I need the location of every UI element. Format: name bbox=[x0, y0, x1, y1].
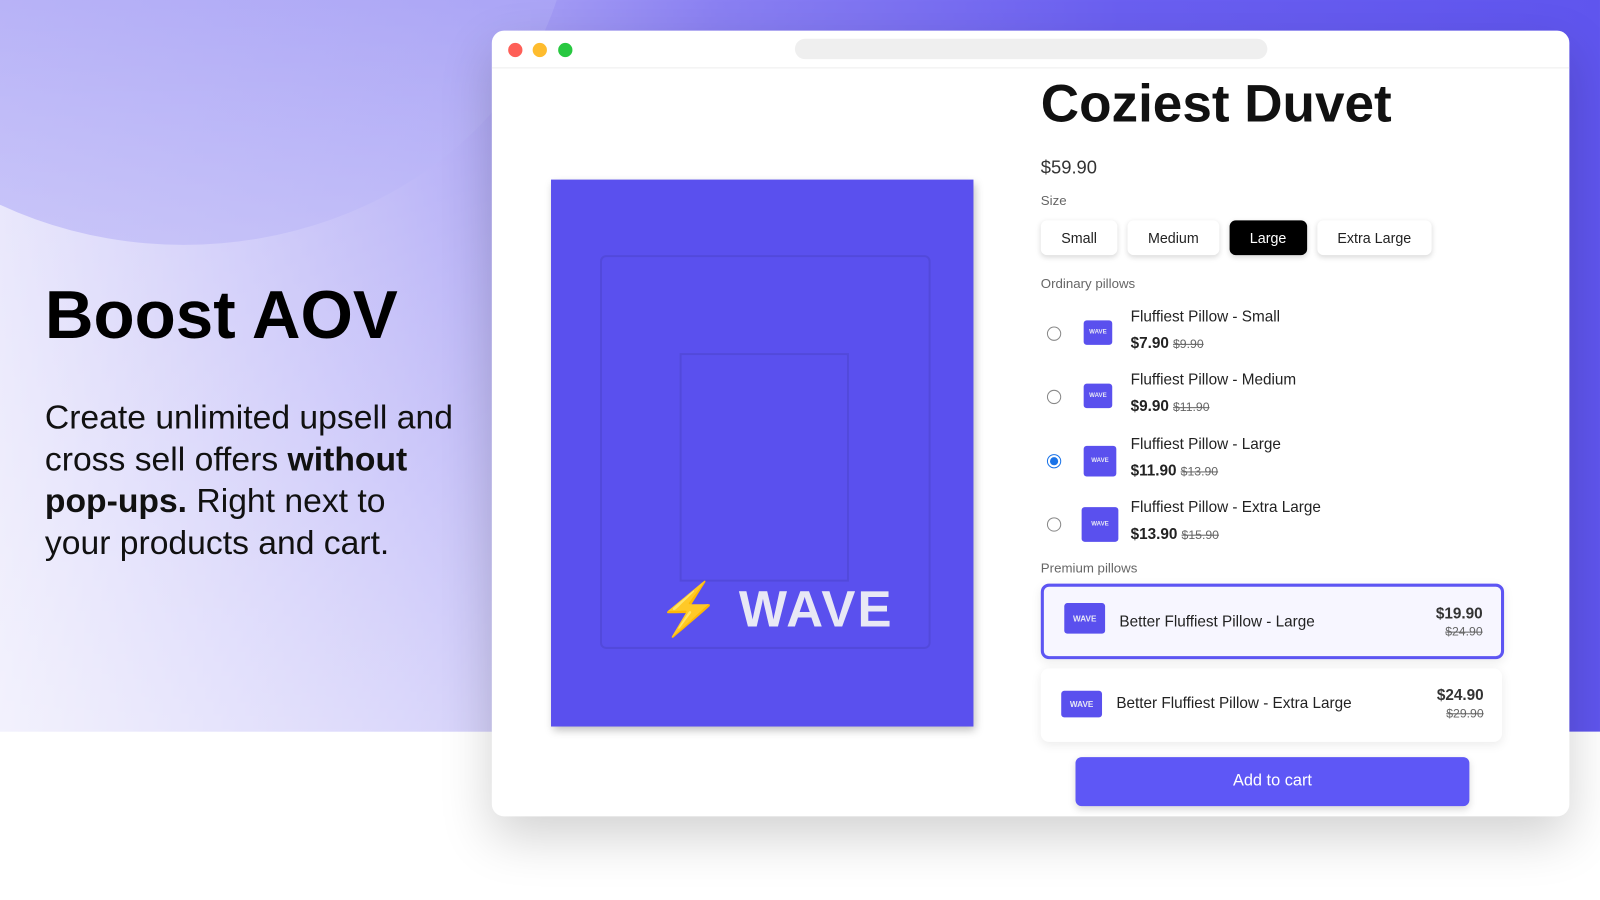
pillow-thumbnail: WAVE bbox=[1083, 383, 1113, 409]
size-option-small[interactable]: Small bbox=[1040, 220, 1118, 256]
hero-text: Create unlimited upsell and cross sell o… bbox=[44, 397, 453, 562]
size-option-medium[interactable]: Medium bbox=[1127, 220, 1220, 256]
size-option-extra-large[interactable]: Extra Large bbox=[1316, 220, 1432, 256]
minimize-window-button[interactable] bbox=[532, 42, 547, 58]
hero-title: Boost AOV bbox=[44, 276, 398, 353]
pillow-thumbnail: WAVE bbox=[1061, 690, 1103, 718]
radio-button[interactable] bbox=[1046, 326, 1062, 341]
size-label: Size bbox=[1040, 192, 1067, 209]
maximize-window-button[interactable] bbox=[558, 42, 573, 58]
browser-window: ⚡ WAVE Coziest Duvet $59.90 Size Small M… bbox=[491, 30, 1570, 817]
radio-button[interactable] bbox=[1046, 389, 1062, 405]
premium-pillow-card-selected[interactable]: WAVE Better Fluffiest Pillow - Large $19… bbox=[1040, 583, 1505, 660]
address-bar[interactable] bbox=[794, 38, 1268, 60]
pillow-thumbnail: WAVE bbox=[1083, 445, 1117, 477]
close-window-button[interactable] bbox=[508, 42, 523, 58]
ordinary-pillow-option[interactable]: WAVE Fluffiest Pillow - Large $11.90 $13.… bbox=[1041, 436, 1470, 487]
product-image: ⚡ WAVE bbox=[551, 179, 974, 727]
premium-pillows-label: Premium pillows bbox=[1040, 560, 1138, 576]
pillow-thumbnail: WAVE bbox=[1064, 603, 1106, 634]
ordinary-pillow-option[interactable]: WAVE Fluffiest Pillow - Extra Large $13.… bbox=[1041, 499, 1470, 550]
wave-logo: ⚡ WAVE bbox=[657, 580, 894, 638]
product-title: Coziest Duvet bbox=[1040, 74, 1392, 134]
size-option-large[interactable]: Large bbox=[1229, 220, 1307, 256]
add-to-cart-button[interactable]: Add to cart bbox=[1075, 757, 1470, 807]
radio-button-selected[interactable] bbox=[1046, 454, 1062, 469]
pillow-thumbnail: WAVE bbox=[1083, 320, 1113, 345]
ordinary-pillow-option[interactable]: WAVE Fluffiest Pillow - Small $7.90 $9.90 bbox=[1041, 308, 1470, 359]
product-price: $59.90 bbox=[1040, 157, 1097, 178]
ordinary-pillow-option[interactable]: WAVE Fluffiest Pillow - Medium $9.90 $11.… bbox=[1041, 371, 1470, 422]
size-selector: Small Medium Large Extra Large bbox=[1040, 220, 1432, 256]
ordinary-pillows-label: Ordinary pillows bbox=[1040, 275, 1136, 291]
radio-button[interactable] bbox=[1046, 517, 1062, 532]
premium-pillow-card[interactable]: WAVE Better Fluffiest Pillow - Extra Lar… bbox=[1040, 668, 1503, 742]
pillow-thumbnail: WAVE bbox=[1081, 507, 1119, 542]
title-bar bbox=[491, 31, 1570, 69]
